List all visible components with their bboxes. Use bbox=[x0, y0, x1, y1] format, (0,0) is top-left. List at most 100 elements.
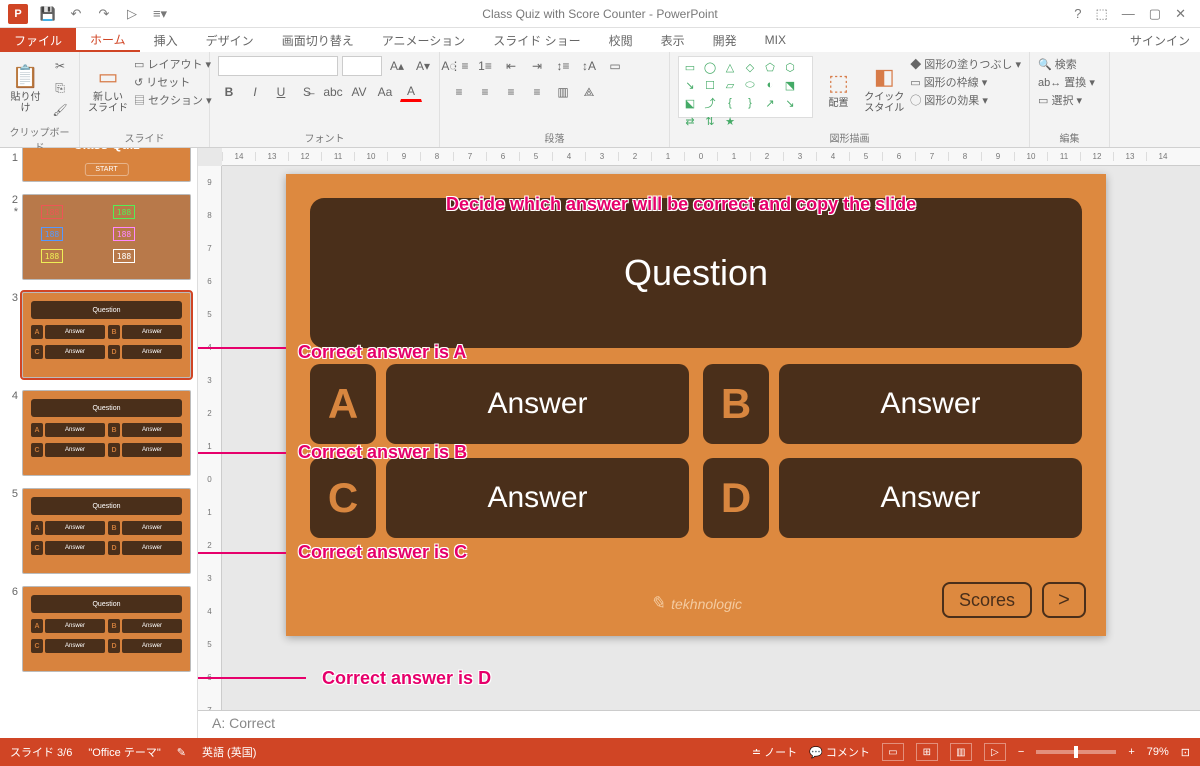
answer-b-letter[interactable]: B bbox=[703, 364, 769, 444]
tab-design[interactable]: デザイン bbox=[192, 28, 268, 52]
close-icon[interactable]: ✕ bbox=[1175, 6, 1186, 22]
section-button[interactable]: ▤ セクション ▾ bbox=[134, 92, 212, 108]
find-button[interactable]: 🔍 検索 bbox=[1038, 56, 1095, 72]
thumbnail-1[interactable]: Class Quiz START bbox=[22, 148, 191, 182]
zoom-level[interactable]: 79% bbox=[1147, 746, 1169, 758]
align-center-icon[interactable]: ≡ bbox=[474, 82, 496, 102]
align-right-icon[interactable]: ≡ bbox=[500, 82, 522, 102]
save-icon[interactable]: 💾 bbox=[40, 6, 56, 22]
justify-icon[interactable]: ≡ bbox=[526, 82, 548, 102]
line-spacing-icon[interactable]: ↕≡ bbox=[552, 56, 574, 76]
status-theme[interactable]: "Office テーマ" bbox=[88, 744, 160, 760]
strikethrough-icon[interactable]: S̶ bbox=[296, 82, 318, 102]
thumbnail-3[interactable]: Question AAnswerBAnswer CAnswerDAnswer bbox=[22, 292, 191, 378]
select-button[interactable]: ▭ 選択 ▾ bbox=[1038, 92, 1095, 108]
shape-outline-button[interactable]: ▭ 図形の枠線 ▾ bbox=[910, 74, 1021, 90]
text-direction-icon[interactable]: ↕A bbox=[578, 56, 600, 76]
answer-c-letter[interactable]: C bbox=[310, 458, 376, 538]
tab-review[interactable]: 校閲 bbox=[595, 28, 647, 52]
tab-file[interactable]: ファイル bbox=[0, 28, 76, 52]
thumbnail-6[interactable]: Question AAnswerBAnswer CAnswerDAnswer bbox=[22, 586, 191, 672]
convert-smartart-icon[interactable]: ⟁ bbox=[578, 82, 600, 102]
comments-toggle[interactable]: 💬 コメント bbox=[809, 744, 870, 760]
answer-c-text[interactable]: Answer bbox=[386, 458, 689, 538]
char-spacing-icon[interactable]: AV bbox=[348, 82, 370, 102]
underline-icon[interactable]: U bbox=[270, 82, 292, 102]
help-icon[interactable]: ? bbox=[1074, 6, 1081, 22]
increase-font-icon[interactable]: A▴ bbox=[386, 56, 408, 76]
layout-button[interactable]: ▭ レイアウト ▾ bbox=[134, 56, 212, 72]
ribbon-options-icon[interactable]: ⬚ bbox=[1096, 6, 1108, 22]
undo-icon[interactable]: ↶ bbox=[68, 6, 84, 22]
shadow-icon[interactable]: abc bbox=[322, 82, 344, 102]
normal-view-icon[interactable]: ▭ bbox=[882, 743, 904, 761]
thumbnail-4[interactable]: Question AAnswerBAnswer CAnswerDAnswer bbox=[22, 390, 191, 476]
tab-home[interactable]: ホーム bbox=[76, 28, 140, 52]
cut-icon[interactable]: ✂ bbox=[49, 56, 71, 76]
zoom-out-icon[interactable]: − bbox=[1018, 746, 1024, 758]
numbering-icon[interactable]: 1≡ bbox=[474, 56, 496, 76]
zoom-in-icon[interactable]: + bbox=[1128, 746, 1134, 758]
align-left-icon[interactable]: ≡ bbox=[448, 82, 470, 102]
format-painter-icon[interactable]: 🖌 bbox=[49, 100, 71, 120]
answer-a-text[interactable]: Answer bbox=[386, 364, 689, 444]
decrease-font-icon[interactable]: A▾ bbox=[412, 56, 434, 76]
notes-toggle[interactable]: ≐ ノート bbox=[752, 744, 797, 760]
paste-button[interactable]: 📋貼り付け bbox=[8, 56, 43, 122]
thumbnail-5[interactable]: Question AAnswerBAnswer CAnswerDAnswer bbox=[22, 488, 191, 574]
qat-more-icon[interactable]: ≡▾ bbox=[152, 6, 168, 22]
thumbnail-2[interactable]: 188 188 188 188 188 188 bbox=[22, 194, 191, 280]
answer-b-text[interactable]: Answer bbox=[779, 364, 1082, 444]
question-box[interactable]: Question bbox=[310, 198, 1082, 348]
tab-mix[interactable]: MIX bbox=[751, 28, 800, 52]
increase-indent-icon[interactable]: ⇥ bbox=[526, 56, 548, 76]
status-language[interactable]: 英語 (英国) bbox=[202, 744, 256, 760]
arrange-button[interactable]: ⬚配置 bbox=[819, 56, 858, 122]
answer-d-text[interactable]: Answer bbox=[779, 458, 1082, 538]
notes-pane[interactable]: A: Correct bbox=[198, 710, 1200, 738]
new-slide-button[interactable]: ▭新しい スライド bbox=[88, 56, 128, 122]
status-slide-number[interactable]: スライド 3/6 bbox=[10, 744, 72, 760]
redo-icon[interactable]: ↷ bbox=[96, 6, 112, 22]
reading-view-icon[interactable]: ▥ bbox=[950, 743, 972, 761]
answer-d-letter[interactable]: D bbox=[703, 458, 769, 538]
sorter-view-icon[interactable]: ⊞ bbox=[916, 743, 938, 761]
tab-view[interactable]: 表示 bbox=[647, 28, 699, 52]
status-spellcheck-icon[interactable]: ✎ bbox=[177, 746, 186, 759]
replace-button[interactable]: ab↔ 置換 ▾ bbox=[1038, 74, 1095, 90]
maximize-icon[interactable]: ▢ bbox=[1149, 6, 1161, 22]
minimize-icon[interactable]: — bbox=[1122, 6, 1135, 22]
tab-developer[interactable]: 開発 bbox=[699, 28, 751, 52]
shape-effects-button[interactable]: ◯ 図形の効果 ▾ bbox=[910, 92, 1021, 108]
font-name-input[interactable] bbox=[218, 56, 338, 76]
copy-icon[interactable]: ⎘ bbox=[49, 78, 71, 98]
slide-editor[interactable]: 141312111098765432101234567891011121314 … bbox=[198, 148, 1200, 738]
italic-icon[interactable]: I bbox=[244, 82, 266, 102]
quick-styles-button[interactable]: ◧クイック スタイル bbox=[864, 56, 904, 122]
slide-canvas[interactable]: Question AAnswer BAnswer CAnswer DAnswer… bbox=[286, 174, 1106, 636]
slide-thumbnails-panel[interactable]: 1 Class Quiz START 2* 188 188 188 188 18… bbox=[0, 148, 198, 738]
bold-icon[interactable]: B bbox=[218, 82, 240, 102]
next-button[interactable]: > bbox=[1042, 582, 1086, 618]
tab-animations[interactable]: アニメーション bbox=[368, 28, 480, 52]
fit-to-window-icon[interactable]: ⊡ bbox=[1181, 746, 1190, 759]
scores-button[interactable]: Scores bbox=[942, 582, 1032, 618]
tab-insert[interactable]: 挿入 bbox=[140, 28, 192, 52]
columns-icon[interactable]: ▥ bbox=[552, 82, 574, 102]
shapes-gallery[interactable]: ▭◯△◇⬠⬡↘ ☐▱⬭◐⬔⬕⤴ {}↗↘⇄⇅★ bbox=[678, 56, 813, 118]
zoom-slider[interactable] bbox=[1036, 750, 1116, 754]
font-color-icon[interactable]: A bbox=[400, 82, 422, 102]
sign-in-link[interactable]: サインイン bbox=[1120, 28, 1200, 52]
start-from-beginning-icon[interactable]: ▷ bbox=[124, 6, 140, 22]
bullets-icon[interactable]: ⋮≡ bbox=[448, 56, 470, 76]
answer-a-letter[interactable]: A bbox=[310, 364, 376, 444]
change-case-icon[interactable]: Aa bbox=[374, 82, 396, 102]
reset-button[interactable]: ↺ リセット bbox=[134, 74, 212, 90]
font-size-input[interactable] bbox=[342, 56, 382, 76]
align-text-icon[interactable]: ▭ bbox=[604, 56, 626, 76]
tab-transitions[interactable]: 画面切り替え bbox=[268, 28, 368, 52]
slideshow-view-icon[interactable]: ▷ bbox=[984, 743, 1006, 761]
shape-fill-button[interactable]: ◆ 図形の塗りつぶし ▾ bbox=[910, 56, 1021, 72]
tab-slideshow[interactable]: スライド ショー bbox=[479, 28, 594, 52]
decrease-indent-icon[interactable]: ⇤ bbox=[500, 56, 522, 76]
